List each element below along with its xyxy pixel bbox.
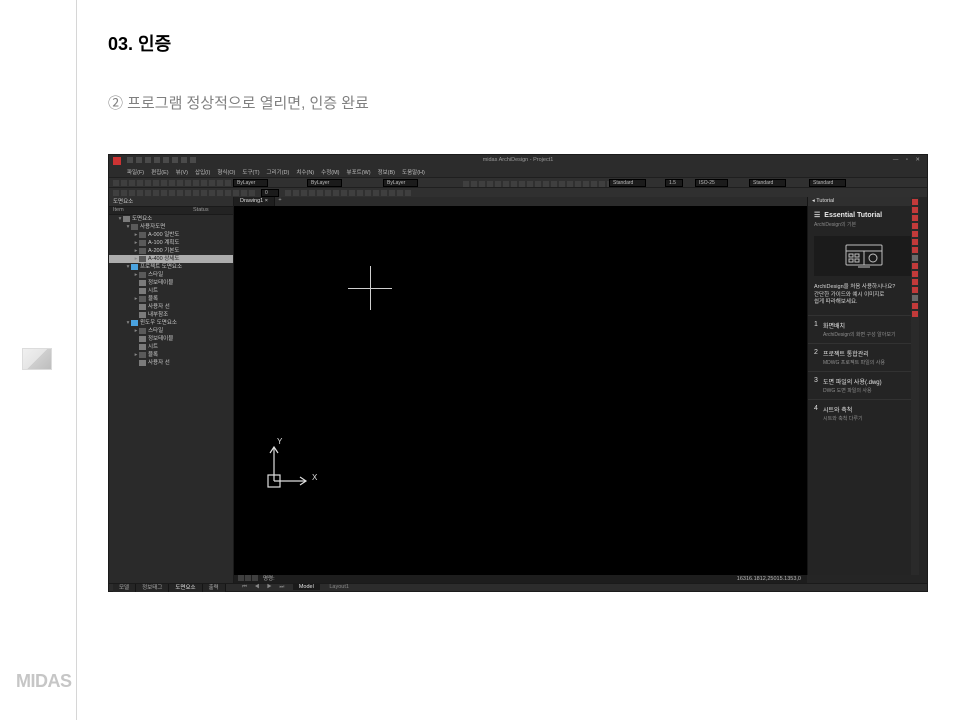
ribbon-row-1: ByLayer ByLayer ByLayer Standard 1.5 ISO… xyxy=(109,177,927,187)
rightbar-icons[interactable] xyxy=(911,197,919,575)
nav-icons[interactable]: ⏮ ◀ ▶ ⏭ xyxy=(242,584,287,590)
panel-columns: Item Status xyxy=(109,207,233,215)
panel-col-item: Item xyxy=(109,207,193,214)
drawing-canvas[interactable]: Y X xyxy=(234,206,807,575)
command-bar[interactable]: 명령: 16316.1812,25015.1353,0 xyxy=(234,575,807,583)
tutorial-title: Essential Tutorial xyxy=(824,212,882,219)
tree-p-sheet[interactable]: 시트 xyxy=(109,287,233,295)
tree-p-userline[interactable]: 사용자 선 xyxy=(109,303,233,311)
tutorial-desc: ArchiDesign을 처음 사용하시나요? 간단한 가이드와 예시 이미지로… xyxy=(808,280,919,315)
menu-info[interactable]: 정보(B) xyxy=(378,168,395,176)
drawing-tabbar: Drawing1 × + xyxy=(234,197,807,206)
left-panel: 도면요소 Item Status ▾도면요소 ▾사용자도면 ▸A-000 일반도… xyxy=(109,197,234,583)
menu-format[interactable]: 형식(O) xyxy=(217,168,235,176)
tree-a200[interactable]: ▸A-200 기본도 xyxy=(109,247,233,255)
tutorial-item-1[interactable]: 1 화면배치ArchiDesign의 화면 구성 알아보기 › xyxy=(808,315,919,343)
tree-p-block[interactable]: ▸블록 xyxy=(109,295,233,303)
ucs-y-label: Y xyxy=(277,437,282,446)
thickness-select[interactable]: 1.5 xyxy=(665,179,683,187)
tree-window[interactable]: ▾윈도우 도면요소 xyxy=(109,319,233,327)
tutorial-item-2[interactable]: 2 프로젝트 통합관리MDWG 프로젝트 파일의 사용 › xyxy=(808,343,919,371)
tree: ▾도면요소 ▾사용자도면 ▸A-000 일반도 ▸A-100 계획도 ▸A-20… xyxy=(109,215,233,367)
color-bylayer-select[interactable]: ByLayer xyxy=(233,179,268,187)
coord-readout: 16316.1812,25015.1353,0 xyxy=(737,575,807,583)
footer-brand: MIDAS xyxy=(16,671,72,692)
page-title: 03. 인증 xyxy=(108,30,171,56)
tutorial-hero-icon xyxy=(814,236,913,276)
tree-w-userline[interactable]: 사용자 선 xyxy=(109,359,233,367)
archidesign-screenshot: midas ArchiDesign - Project1 — ▫ ✕ 파일(F)… xyxy=(108,154,928,592)
layout1-tab[interactable]: Layout1 xyxy=(323,584,355,590)
ribbon2-icons-2[interactable] xyxy=(285,190,411,197)
menu-help[interactable]: 도움말(H) xyxy=(402,168,425,176)
page-subtitle: ② 프로그램 정상적으로 열리면, 인증 완료 xyxy=(108,92,369,113)
menubar: 파일(F) 편집(E) 뷰(V) 삽입(I) 형식(O) 도구(T) 그리기(D… xyxy=(109,167,927,177)
ribbon2-icons[interactable] xyxy=(113,190,255,197)
menu-viewport[interactable]: 뷰포트(W) xyxy=(347,168,371,176)
dimstyle-select[interactable]: ISO-25 xyxy=(695,179,728,187)
tree-a100[interactable]: ▸A-100 계획도 xyxy=(109,239,233,247)
model-tab[interactable]: Model xyxy=(293,584,320,590)
tutorial-subtitle: ArchiDesign의 기본 xyxy=(808,221,919,232)
status-bar: 모델 정보태그 도면요소 출력 ⏮ ◀ ▶ ⏭ Model Layout1 xyxy=(109,583,927,591)
linetype-bylayer-select[interactable]: ByLayer xyxy=(307,179,342,187)
btab-model[interactable]: 모델 xyxy=(113,584,136,592)
hamburger-icon[interactable]: ☰ xyxy=(814,212,820,219)
tree-p-info[interactable]: 정보테이블 xyxy=(109,279,233,287)
standard-select-2[interactable]: Standard xyxy=(809,179,846,187)
cmd-label: 명령: xyxy=(263,575,275,583)
tree-w-sheet[interactable]: 시트 xyxy=(109,343,233,351)
tree-p-ref[interactable]: 내부참조 xyxy=(109,311,233,319)
tree-root[interactable]: ▾도면요소 xyxy=(109,215,233,223)
tree-project[interactable]: ▾프로젝트 도면요소 xyxy=(109,263,233,271)
menu-tools[interactable]: 도구(T) xyxy=(242,168,259,176)
tree-p-style[interactable]: ▸스타일 xyxy=(109,271,233,279)
ribbon-row-2: 0 xyxy=(109,187,927,197)
slide-thumbnail[interactable] xyxy=(22,348,52,370)
menu-edit[interactable]: 편집(E) xyxy=(151,168,168,176)
tree-userdraw[interactable]: ▾사용자도면 xyxy=(109,223,233,231)
menu-dim[interactable]: 치수(N) xyxy=(296,168,314,176)
page-divider xyxy=(76,0,77,720)
text-style-select[interactable]: Standard xyxy=(609,179,646,187)
layer-select[interactable]: 0 xyxy=(261,189,279,197)
btab-elements[interactable]: 도면요소 xyxy=(169,584,202,592)
tutorial-tab[interactable]: ◂ Tutorial xyxy=(808,197,919,206)
drawing-tab-add[interactable]: + xyxy=(275,197,285,206)
crosshair-horizontal xyxy=(348,288,392,289)
window-controls[interactable]: — ▫ ✕ xyxy=(893,157,923,163)
menu-draw[interactable]: 그리기(D) xyxy=(267,168,290,176)
tutorial-item-4[interactable]: 4 시트와 축척시트와 축척 다루기 › xyxy=(808,399,919,427)
tree-w-info[interactable]: 정보테이블 xyxy=(109,335,233,343)
menu-file[interactable]: 파일(F) xyxy=(127,168,144,176)
tree-w-style[interactable]: ▸스타일 xyxy=(109,327,233,335)
tutorial-panel: ◂ Tutorial ☰ Essential Tutorial ArchiDesi… xyxy=(807,197,919,575)
menu-modify[interactable]: 수정(M) xyxy=(321,168,339,176)
menu-insert[interactable]: 삽입(I) xyxy=(195,168,210,176)
standard-select-1[interactable]: Standard xyxy=(749,179,786,187)
btab-output[interactable]: 출력 xyxy=(203,584,226,592)
menu-view[interactable]: 뷰(V) xyxy=(176,168,188,176)
panel-col-status: Status xyxy=(193,207,209,214)
window-title: midas ArchiDesign - Project1 xyxy=(483,157,554,163)
ucs-x-label: X xyxy=(312,473,317,482)
ucs-icon: Y X xyxy=(264,439,312,491)
panel-title: 도면요소 xyxy=(109,197,233,207)
drawing-tab-1[interactable]: Drawing1 × xyxy=(234,197,275,206)
tree-a400-selected[interactable]: ▸A-400 상세도 xyxy=(109,255,233,263)
tree-w-block[interactable]: ▸블록 xyxy=(109,351,233,359)
btab-infotag[interactable]: 정보태그 xyxy=(136,584,169,592)
tree-a000[interactable]: ▸A-000 일반도 xyxy=(109,231,233,239)
tutorial-item-3[interactable]: 3 도면 파일의 사용(.dwg)DWG 도면 파일의 사용 › xyxy=(808,371,919,399)
app-logo-icon xyxy=(113,157,121,165)
quick-access-toolbar[interactable] xyxy=(127,157,196,163)
titlebar: midas ArchiDesign - Project1 — ▫ ✕ xyxy=(109,155,927,167)
lineweight-bylayer-select[interactable]: ByLayer xyxy=(383,179,418,187)
